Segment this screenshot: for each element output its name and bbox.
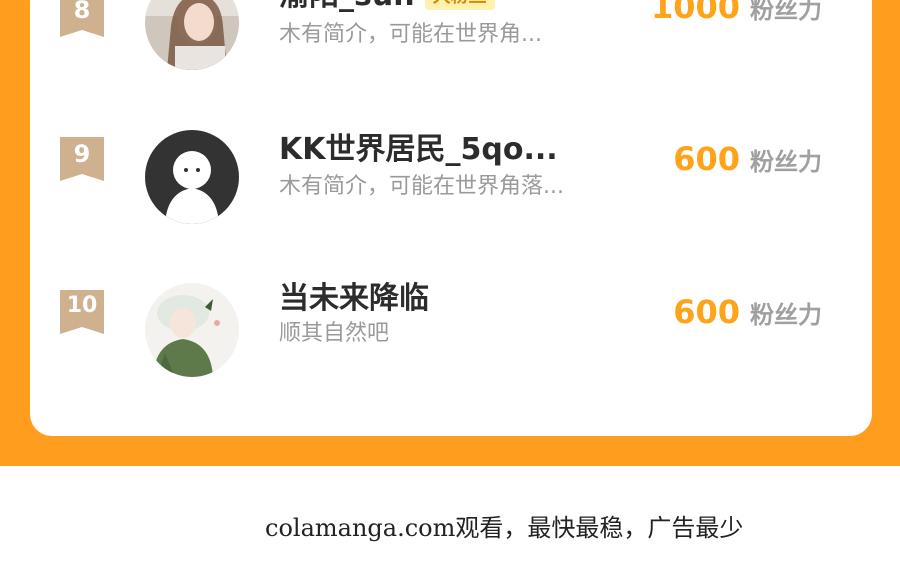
- user-bio: 木有简介，可能在世界角落...: [279, 174, 564, 199]
- ranking-row[interactable]: 9 KK世界居民_5qo... 木有简介，可能在世界角落... 600 粉丝力: [30, 120, 872, 230]
- ranking-card: 8 渝阳_sun大粉丝 木有简介，可能在世界角... 1000 粉丝力 9: [30, 0, 872, 436]
- user-bio: 木有简介，可能在世界角...: [279, 22, 542, 47]
- fan-power-score: 600 粉丝力: [673, 140, 822, 178]
- fan-power-score: 1000 粉丝力: [651, 0, 822, 26]
- ranking-row[interactable]: 10 当未来降临 顺其自然吧 600 粉丝力: [30, 273, 872, 383]
- user-bio: 顺其自然吧: [279, 321, 390, 346]
- score-value: 1000: [650, 0, 740, 26]
- user-name[interactable]: 渝阳_sun大粉丝: [279, 0, 495, 14]
- user-name[interactable]: 当未来降临: [279, 273, 429, 317]
- anime-girl-avatar-icon[interactable]: [145, 283, 239, 377]
- rank-badge: 9: [60, 137, 104, 181]
- fan-power-score: 600 粉丝力: [673, 293, 822, 331]
- score-unit: 粉丝力: [750, 148, 822, 176]
- photo-avatar-icon[interactable]: [145, 0, 239, 70]
- score-unit: 粉丝力: [750, 301, 822, 329]
- default-ghost-avatar-icon[interactable]: [145, 130, 239, 224]
- fan-level-badge: 大粉丝: [424, 0, 495, 10]
- score-value: 600: [673, 140, 740, 178]
- rank-badge: 10: [60, 290, 104, 334]
- ranking-row[interactable]: 8 渝阳_sun大粉丝 木有简介，可能在世界角... 1000 粉丝力: [30, 0, 872, 76]
- rank-badge: 8: [60, 0, 104, 37]
- score-unit: 粉丝力: [750, 0, 822, 24]
- site-watermark: colamanga.com观看，最快最稳，广告最少: [265, 514, 744, 542]
- user-name[interactable]: KK世界居民_5qo...: [279, 124, 558, 168]
- score-value: 600: [673, 293, 740, 331]
